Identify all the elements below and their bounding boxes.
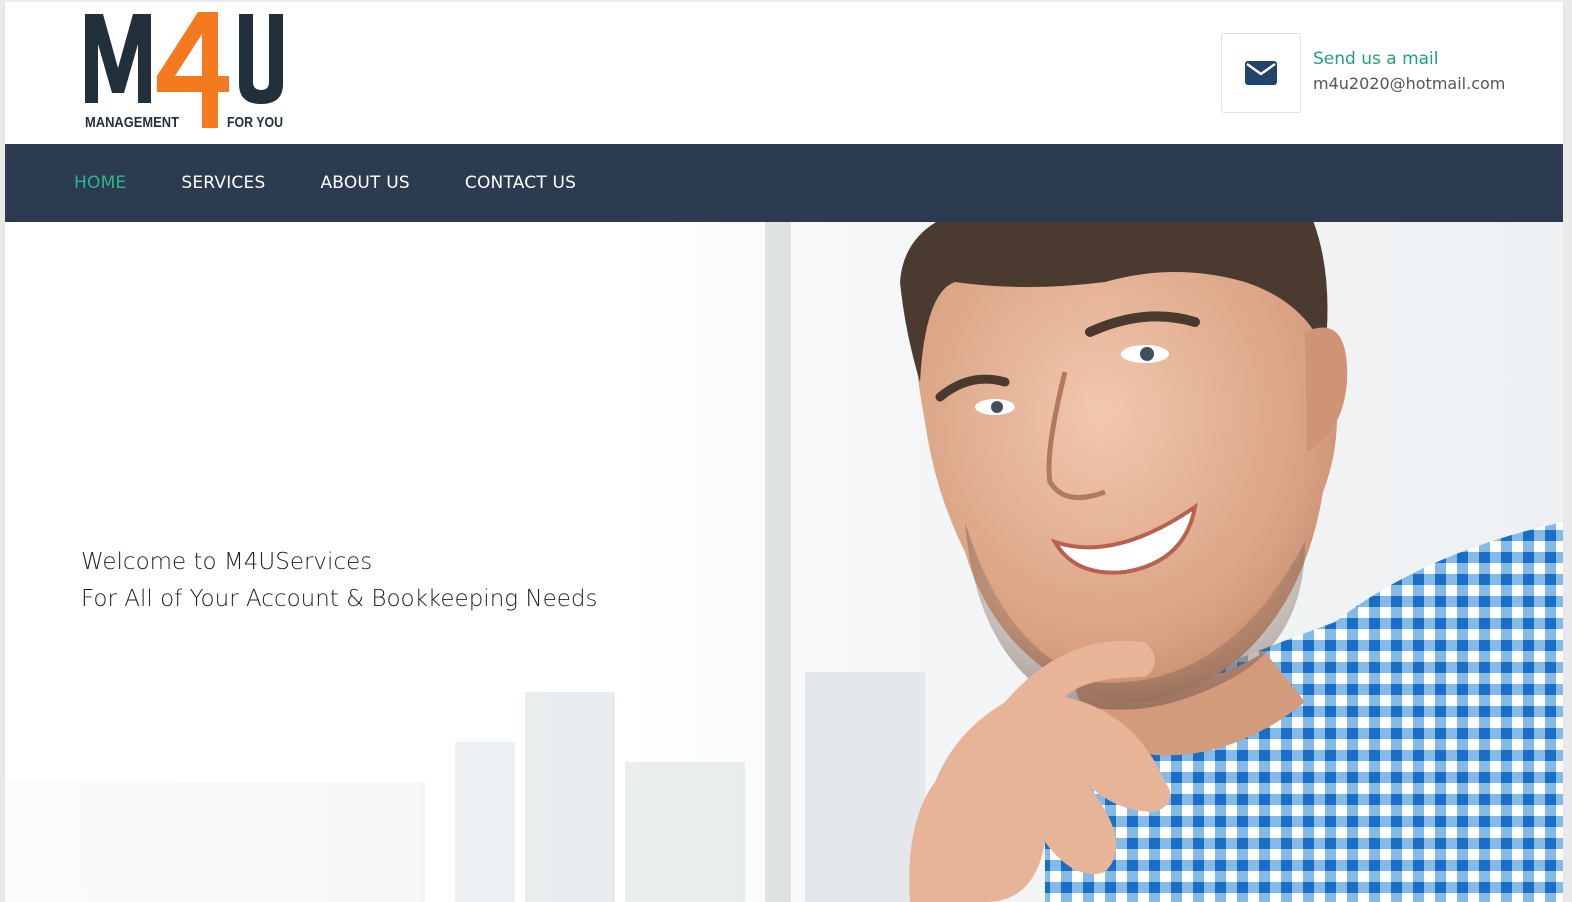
contact-info: Send us a mail m4u2020@hotmail.com	[1313, 48, 1505, 98]
hero-text: Welcome to M4UServices For All of Your A…	[81, 544, 597, 618]
svg-text:FOR YOU: FOR YOU	[227, 114, 283, 131]
hero-banner: Welcome to M4UServices For All of Your A…	[5, 222, 1563, 902]
svg-text:MANAGEMENT: MANAGEMENT	[85, 114, 179, 131]
contact-email-link[interactable]: m4u2020@hotmail.com	[1313, 70, 1505, 98]
nav-item-home[interactable]: HOME	[74, 173, 126, 193]
hero-subheading: For All of Your Account & Bookkeeping Ne…	[81, 586, 598, 612]
logo-image: MANAGEMENT FOR YOU	[85, 12, 283, 131]
main-nav: HOME SERVICES ABOUT US CONTACT US	[5, 144, 1563, 222]
contact-label: Send us a mail	[1313, 49, 1439, 69]
envelope-icon	[1245, 61, 1277, 85]
nav-item-services[interactable]: SERVICES	[181, 173, 265, 193]
site-header: MANAGEMENT FOR YOU Send us a mail m4u202…	[5, 2, 1563, 144]
page: MANAGEMENT FOR YOU Send us a mail m4u202…	[5, 2, 1563, 902]
logo[interactable]: MANAGEMENT FOR YOU	[83, 10, 289, 132]
hero-heading: Welcome to M4UServices	[81, 549, 373, 575]
nav-item-about-us[interactable]: ABOUT US	[320, 173, 409, 193]
mail-button[interactable]	[1221, 33, 1301, 113]
nav-item-contact-us[interactable]: CONTACT US	[465, 173, 576, 193]
